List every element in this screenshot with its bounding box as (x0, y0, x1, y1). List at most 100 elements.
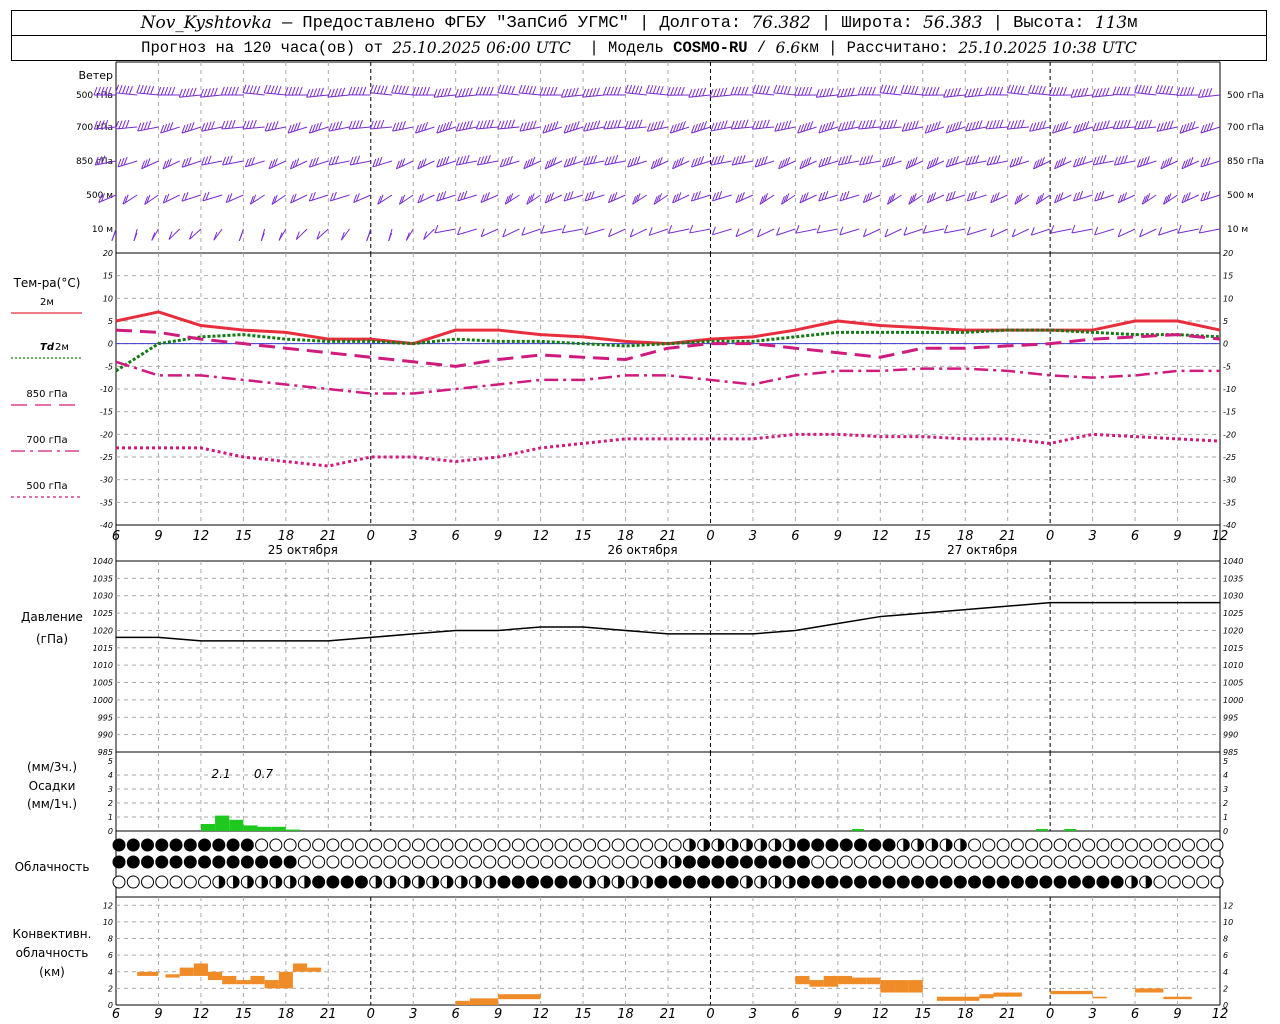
conv-xtick: 9 (154, 1007, 162, 1022)
wind-barb-flag (207, 155, 212, 165)
cloud-symbol (526, 838, 540, 852)
temp-ytick-left: -35 (100, 498, 113, 507)
wind-barb-flag (1105, 120, 1110, 129)
temp-ytick-left: -25 (100, 453, 113, 462)
wind-barb-shaft (1177, 228, 1199, 234)
cloud-symbol (440, 838, 454, 852)
wind-barb-flag (504, 120, 509, 129)
wind-barb-flag (507, 85, 512, 95)
wind-barb-flag (582, 88, 587, 98)
cloud-symbol (411, 838, 425, 852)
wind-barb-shaft (1094, 194, 1114, 202)
wind-barb-flag (140, 122, 145, 131)
wind-barb-flag (992, 86, 997, 95)
cloud-symbol (369, 855, 383, 869)
convective-bar (809, 980, 824, 987)
wind-barb-flag (1156, 123, 1161, 132)
cloud-symbol (155, 875, 169, 889)
pressure-ytick-left: 1005 (93, 679, 113, 688)
wind-barb-flag (475, 120, 480, 130)
wind-barb-flag (668, 225, 673, 234)
wind-barb-shaft (330, 194, 350, 202)
wind-barb-flag (1035, 121, 1040, 131)
wind-barb-flag (1038, 85, 1043, 95)
cloud-symbol (283, 838, 297, 852)
cloud-symbol (240, 838, 254, 852)
wind-barb-flag (752, 120, 756, 130)
cloud-symbol (1167, 838, 1181, 852)
cloud-symbol (483, 855, 497, 869)
wind-barb-flag (540, 225, 545, 234)
wind-barb-flag (263, 84, 268, 94)
wind-barb-flag (719, 87, 724, 97)
pressure-ytick-left: 1010 (93, 661, 113, 670)
wind-barb-flag (861, 120, 866, 129)
wind-barb-flag (889, 85, 894, 94)
wind-barb-flag (1092, 156, 1097, 166)
wind-barb-flag (380, 119, 385, 129)
cloud-symbol (141, 838, 155, 852)
wind-barb-flag (1197, 89, 1202, 98)
wind-barb-flag (606, 120, 611, 129)
wind-barb-flag (610, 155, 615, 164)
cloud-symbol (939, 875, 953, 889)
cloud-symbol (882, 875, 896, 889)
cloud-symbol (682, 875, 696, 889)
cloud-symbol (554, 875, 568, 889)
wind-barb-flag (914, 86, 919, 95)
wind-barb-flag (1169, 120, 1174, 129)
wind-barb-flag (603, 86, 608, 96)
precip-bar (229, 819, 244, 831)
cloud-symbol (597, 855, 611, 869)
cloud-symbol (811, 838, 825, 852)
pressure-ytick-right: 1025 (1223, 609, 1243, 618)
wind-barb-flag (207, 121, 212, 131)
conv-xtick: 21 (660, 1007, 677, 1022)
temp-legend-label: 700 гПа (26, 435, 67, 446)
wind-barb-flag (593, 154, 598, 164)
conv-ytick-left: 4 (108, 968, 113, 977)
conv-ytick-left: 10 (103, 918, 113, 927)
temp-xtick: 3 (749, 529, 757, 544)
wind-barb-flag (1062, 86, 1067, 96)
wind-barb-flag (320, 87, 324, 96)
cloud-symbol (1153, 838, 1167, 852)
wind-barb-flag (953, 88, 958, 97)
wind-barb-flag (904, 85, 909, 94)
wind-barb-flag (1144, 85, 1149, 94)
wind-barb-flag (1006, 120, 1011, 130)
convective-bar (222, 975, 237, 985)
wind-barb-flag (1159, 122, 1164, 131)
wind-barb-flag (762, 85, 767, 94)
cloud-symbol (1039, 875, 1053, 889)
cloud-symbol (896, 875, 910, 889)
wind-barb-flag (1166, 121, 1171, 130)
cloud-symbol-half (1145, 876, 1152, 888)
cloud-symbol-half (375, 876, 382, 888)
wind-barb-flag (872, 119, 876, 128)
cloud-symbol (939, 855, 953, 869)
cloud-symbol (297, 838, 311, 852)
cloud-symbol (212, 838, 226, 852)
wind-barb-shaft (967, 194, 987, 202)
wind-barb-flag (868, 119, 873, 129)
cloud-symbol (996, 875, 1010, 889)
wind-barb-flag (996, 154, 1001, 164)
wind-barb-flag (624, 120, 629, 130)
wind-barb-flag (646, 123, 651, 132)
wind-barb-flag (458, 88, 463, 97)
cloud-symbol (882, 838, 896, 852)
convective-bar (852, 977, 867, 985)
temp-ytick-right: -10 (1223, 385, 1236, 394)
wind-barb-flag (596, 87, 600, 96)
wind-barb-flag (136, 84, 141, 93)
wind-barb-flag (459, 122, 464, 131)
pressure-ytick-left: 985 (98, 748, 113, 757)
pressure-ytick-left: 1035 (93, 574, 113, 583)
wind-level-label-left: 10 м (92, 225, 113, 235)
wind-barb-flag (993, 155, 998, 164)
pressure-ytick-left: 1030 (93, 592, 113, 601)
cloud-symbol (255, 838, 269, 852)
wind-barb-flag (352, 156, 357, 165)
wind-barb-flag (1017, 119, 1022, 129)
